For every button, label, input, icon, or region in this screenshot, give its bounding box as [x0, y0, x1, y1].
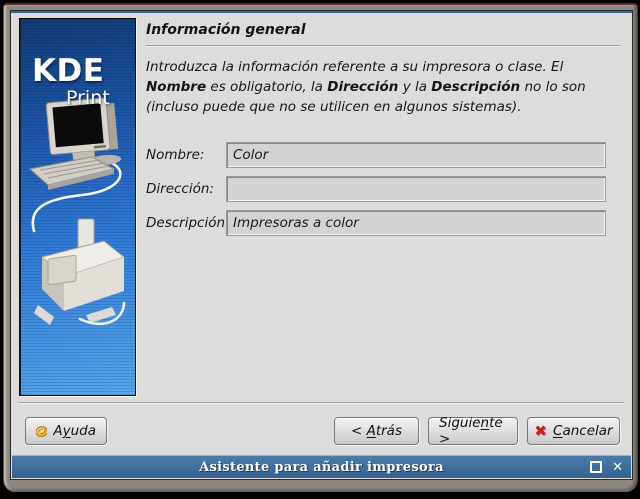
page-title: Información general: [146, 22, 306, 38]
back-button-label: < Atrás: [351, 423, 402, 439]
help-button[interactable]: Ayuda: [25, 417, 107, 445]
window-decoration-frame: KDE Print Información general Introduzca…: [3, 3, 638, 492]
help-button-label: Ayuda: [53, 423, 96, 439]
back-button[interactable]: < Atrás: [334, 417, 419, 445]
lifebuoy-icon: [36, 423, 47, 439]
wizard-dialog-body: KDE Print Información general Introduzca…: [11, 13, 632, 455]
next-button-label: Siguiente >: [439, 415, 507, 447]
nombre-label: Nombre:: [146, 142, 204, 168]
wizard-window: KDE Print Información general Introduzca…: [10, 10, 633, 480]
next-button[interactable]: Siguiente >: [428, 417, 518, 445]
cancel-button-label: Cancelar: [553, 423, 613, 439]
red-x-icon: ✖: [534, 424, 547, 439]
form-row-descripcion: Descripción:: [146, 210, 614, 236]
descripcion-label: Descripción:: [146, 210, 230, 236]
intro-bold-nombre: Nombre: [146, 79, 206, 95]
form-row-direccion: Dirección:: [146, 176, 614, 202]
screenshot-canvas: KDE Print Información general Introduzca…: [0, 0, 640, 499]
form-row-nombre: Nombre:: [146, 142, 614, 168]
maximize-icon[interactable]: [590, 461, 602, 473]
kde-logo-text: KDE: [32, 53, 104, 89]
titlebar-buttons: ✕: [590, 456, 623, 478]
intro-paragraph: Introduzca la información referente a su…: [146, 57, 620, 117]
intro-bold-direccion: Dirección: [327, 79, 398, 95]
intro-text-part: y la: [398, 79, 431, 95]
nombre-input[interactable]: [226, 142, 606, 168]
header-separator: [146, 45, 620, 47]
footer-separator: [19, 402, 624, 404]
window-title: Asistente para añadir impresora: [199, 460, 444, 475]
intro-text-part: Introduzca la información referente a su…: [146, 59, 563, 75]
window-titlebar[interactable]: Asistente para añadir impresora ✕: [12, 455, 631, 478]
keyboard-icon: [30, 157, 114, 190]
cancel-button[interactable]: ✖ Cancelar: [527, 417, 620, 445]
wizard-button-group: < Atrás Siguiente > ✖ Cancelar: [334, 417, 620, 445]
descripcion-input[interactable]: [226, 210, 606, 236]
close-icon[interactable]: ✕: [612, 461, 623, 474]
intro-text-part: es obligatorio, la: [206, 79, 327, 95]
direccion-input[interactable]: [226, 176, 606, 202]
print-logo-text: Print: [66, 87, 110, 109]
kdeprint-sidebar-artwork: KDE Print: [19, 18, 136, 396]
intro-bold-descripcion: Descripción: [431, 79, 520, 95]
printer-icon: [34, 219, 124, 325]
direccion-label: Dirección:: [146, 176, 214, 202]
